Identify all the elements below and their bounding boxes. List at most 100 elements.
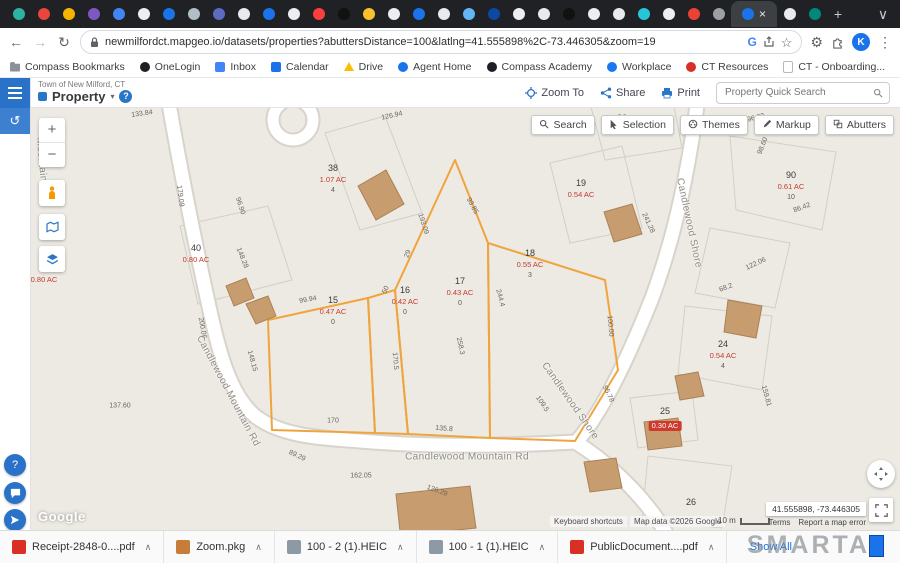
basemap-button[interactable] (39, 214, 65, 240)
new-tab-button[interactable]: + (827, 6, 849, 22)
browser-tab[interactable] (81, 1, 106, 27)
browser-tab[interactable] (481, 1, 506, 27)
browser-tab[interactable] (331, 1, 356, 27)
browser-tab[interactable] (681, 1, 706, 27)
bookmark-item[interactable]: CT - Onboarding... (783, 61, 885, 73)
download-item[interactable]: Zoom.pkg∧ (164, 531, 275, 563)
menu-hamburger-icon[interactable] (0, 78, 30, 108)
browser-tab[interactable] (581, 1, 606, 27)
bookmark-star-icon[interactable]: ☆ (781, 36, 793, 49)
tab-active[interactable]: × (731, 1, 777, 27)
browser-tab[interactable] (456, 1, 481, 27)
header-action-zoom-to[interactable]: Zoom To (525, 87, 584, 99)
dataset-caret-icon[interactable]: ▾ (110, 93, 114, 102)
browser-tab[interactable] (556, 1, 581, 27)
bookmark-item[interactable]: Compass Academy (487, 61, 592, 73)
settings-gear-icon[interactable]: ⚙ (810, 35, 823, 49)
browser-tab[interactable] (6, 1, 31, 27)
browser-tab[interactable] (531, 1, 556, 27)
keyboard-shortcuts-link[interactable]: Keyboard shortcuts (550, 516, 627, 527)
download-item[interactable]: 100 - 1 (1).HEIC∧ (417, 531, 559, 563)
browser-tab[interactable] (206, 1, 231, 27)
page-title[interactable]: Property (52, 90, 105, 104)
google-logo[interactable]: Google (38, 509, 86, 524)
quick-search-box[interactable] (716, 82, 890, 104)
pegman-button[interactable] (39, 180, 65, 206)
tab-overflow-button[interactable]: ∨ (872, 6, 894, 23)
map-tool-search-button[interactable]: Search (531, 115, 594, 135)
map-tool-markup-button[interactable]: Markup (754, 115, 819, 135)
download-menu-chevron-icon[interactable]: ∧ (397, 542, 404, 553)
browser-tab[interactable] (777, 1, 802, 27)
undo-icon[interactable]: ↺ (0, 108, 30, 134)
tab-close-icon[interactable]: × (759, 8, 766, 20)
bookmark-item[interactable]: CT Resources (686, 61, 768, 73)
browser-menu-icon[interactable]: ⋮ (878, 35, 892, 49)
download-menu-chevron-icon[interactable]: ∧ (145, 542, 152, 553)
left-rail: ↺ ? (0, 78, 31, 531)
browser-tab[interactable] (606, 1, 631, 27)
browser-tab[interactable] (706, 1, 731, 27)
share-page-icon[interactable] (763, 36, 775, 48)
bookmark-item[interactable]: OneLogin (140, 61, 201, 73)
download-item[interactable]: PublicDocument....pdf∧ (558, 531, 727, 563)
bookmark-item[interactable]: Agent Home (398, 61, 471, 73)
bookmark-item[interactable]: Calendar (271, 61, 329, 73)
report-map-error-link[interactable]: Report a map error (798, 518, 866, 527)
browser-tab[interactable] (306, 1, 331, 27)
help-fab[interactable]: ? (4, 454, 26, 476)
back-button[interactable]: ← (8, 34, 24, 50)
download-menu-chevron-icon[interactable]: ∧ (708, 542, 715, 553)
forward-button[interactable]: → (32, 34, 48, 50)
browser-tab[interactable] (106, 1, 131, 27)
browser-tab[interactable] (506, 1, 531, 27)
browser-tab[interactable] (231, 1, 256, 27)
browser-tab[interactable] (631, 1, 656, 27)
chat-fab[interactable] (4, 482, 26, 504)
map-tool-themes-button[interactable]: Themes (680, 115, 748, 135)
browser-tab[interactable] (356, 1, 381, 27)
profile-avatar[interactable]: K (852, 33, 870, 51)
pan-arrows-icon (873, 466, 889, 482)
browser-tab[interactable] (406, 1, 431, 27)
browser-tab[interactable] (56, 1, 81, 27)
search-input[interactable] (723, 86, 869, 99)
bookmark-favicon (487, 62, 497, 72)
map-canvas[interactable]: 133.84126.9496.6298.60179.0996.90148.282… (30, 108, 900, 531)
show-all-downloads-link[interactable]: Show All (750, 541, 792, 553)
download-menu-chevron-icon[interactable]: ∧ (255, 542, 262, 553)
recenter-button[interactable] (867, 460, 895, 488)
browser-tab[interactable] (281, 1, 306, 27)
browser-tab[interactable] (156, 1, 181, 27)
reload-button[interactable]: ↻ (56, 34, 72, 51)
help-icon[interactable]: ? (119, 90, 132, 103)
bookmark-item[interactable]: Compass Bookmarks (10, 61, 125, 73)
browser-tab[interactable] (802, 1, 827, 27)
browser-tab[interactable] (181, 1, 206, 27)
bookmark-item[interactable]: Drive (344, 61, 384, 73)
extensions-puzzle-icon[interactable] (831, 36, 844, 49)
terms-link[interactable]: Terms (769, 518, 791, 527)
google-lens-icon[interactable]: G (747, 36, 756, 48)
header-action-print[interactable]: Print (661, 87, 700, 99)
header-action-share[interactable]: Share (600, 87, 645, 99)
browser-tab[interactable] (131, 1, 156, 27)
download-item[interactable]: 100 - 2 (1).HEIC∧ (275, 531, 417, 563)
download-menu-chevron-icon[interactable]: ∧ (539, 542, 546, 553)
browser-tab[interactable] (256, 1, 281, 27)
browser-tab[interactable] (381, 1, 406, 27)
browser-tab[interactable] (31, 1, 56, 27)
bookmark-item[interactable]: Workplace (607, 61, 671, 73)
bookmark-item[interactable]: Inbox (215, 61, 256, 73)
feedback-fab[interactable] (4, 509, 26, 531)
browser-tab[interactable] (431, 1, 456, 27)
layers-button[interactable] (39, 246, 65, 272)
zoom-in-button[interactable]: + (39, 118, 65, 142)
fullscreen-button[interactable] (869, 498, 893, 522)
map-tool-selection-button[interactable]: Selection (601, 115, 674, 135)
browser-tab[interactable] (656, 1, 681, 27)
omnibox[interactable]: newmilfordct.mapgeo.io/datasets/properti… (80, 30, 802, 54)
zoom-out-button[interactable]: − (39, 142, 65, 167)
map-tool-abutters-button[interactable]: Abutters (825, 115, 894, 135)
download-item[interactable]: Receipt-2848-0....pdf∧ (0, 531, 164, 563)
